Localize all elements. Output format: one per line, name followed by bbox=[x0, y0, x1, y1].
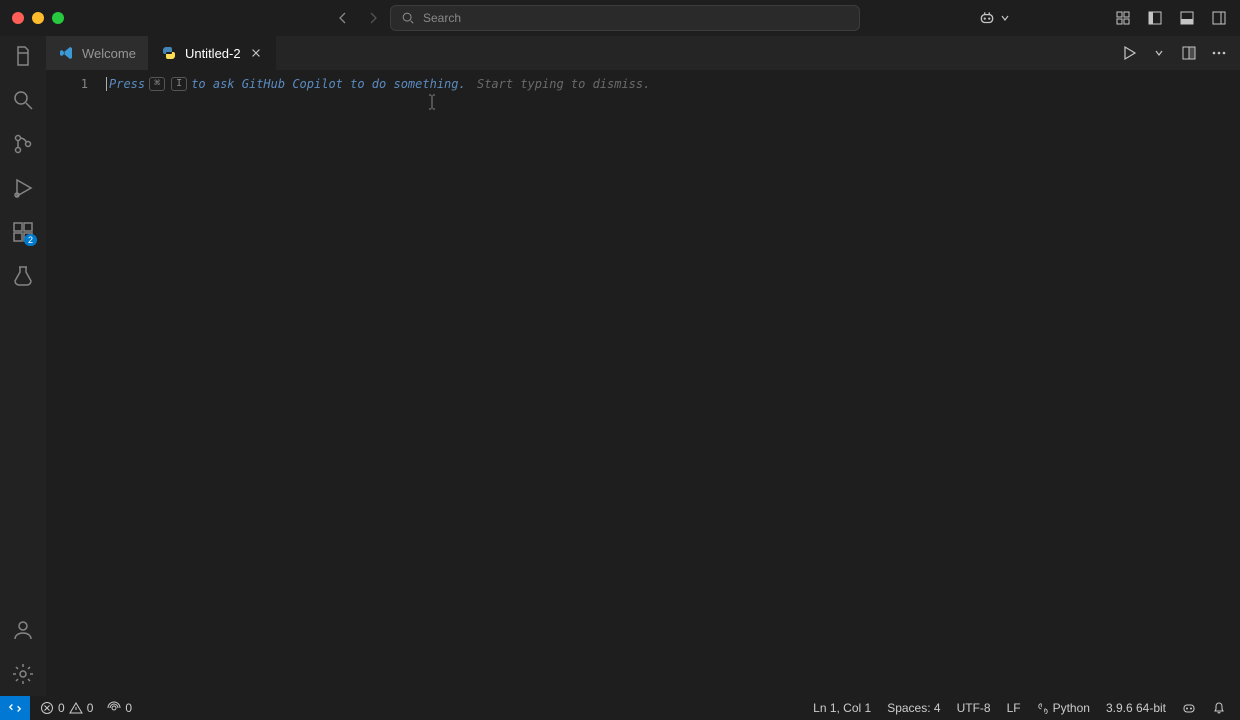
status-interpreter[interactable]: 3.9.6 64-bit bbox=[1106, 701, 1166, 715]
status-bar: 0 0 0 Ln 1, Col 1 Spaces: 4 UTF-8 LF Pyt… bbox=[0, 696, 1240, 720]
title-layout-buttons bbox=[1114, 9, 1228, 27]
accounts-icon[interactable] bbox=[11, 618, 35, 642]
editor-tab-actions bbox=[1120, 36, 1240, 70]
search-placeholder-label: Search bbox=[423, 11, 461, 25]
vscode-icon bbox=[58, 45, 74, 61]
run-file-button[interactable] bbox=[1120, 44, 1138, 62]
keycap-i: I bbox=[171, 77, 187, 91]
tab-label: Untitled-2 bbox=[185, 46, 241, 61]
run-dropdown-icon[interactable] bbox=[1150, 44, 1168, 62]
run-debug-icon[interactable] bbox=[11, 176, 35, 200]
editor-group: Welcome Untitled-2 bbox=[46, 36, 1240, 696]
copilot-button[interactable] bbox=[978, 9, 1010, 27]
nav-back-button[interactable] bbox=[335, 10, 351, 26]
tab-label: Welcome bbox=[82, 46, 136, 61]
toggle-panel-icon[interactable] bbox=[1178, 9, 1196, 27]
extensions-badge: 2 bbox=[24, 234, 37, 246]
settings-gear-icon[interactable] bbox=[11, 662, 35, 686]
keycap-cmd: ⌘ bbox=[149, 77, 165, 91]
split-editor-icon[interactable] bbox=[1180, 44, 1198, 62]
status-problems[interactable]: 0 0 bbox=[40, 701, 93, 715]
status-eol[interactable]: LF bbox=[1007, 701, 1021, 715]
status-errors-count: 0 bbox=[58, 701, 65, 715]
status-notifications-icon[interactable] bbox=[1212, 701, 1226, 715]
status-ports[interactable]: 0 bbox=[107, 701, 132, 715]
copilot-hint-rest: to ask GitHub Copilot to do something. bbox=[191, 74, 466, 94]
title-bar: Search bbox=[0, 0, 1240, 36]
remote-button[interactable] bbox=[0, 696, 30, 720]
status-cursor-pos[interactable]: Ln 1, Col 1 bbox=[813, 701, 871, 715]
status-indent[interactable]: Spaces: 4 bbox=[887, 701, 940, 715]
source-control-icon[interactable] bbox=[11, 132, 35, 156]
copilot-hint-press: Press bbox=[109, 74, 145, 94]
tabs-bar: Welcome Untitled-2 bbox=[46, 36, 1240, 70]
customize-layout-icon[interactable] bbox=[1114, 9, 1132, 27]
python-file-icon bbox=[161, 45, 177, 61]
window-close-button[interactable] bbox=[12, 12, 24, 24]
ibeam-cursor-icon bbox=[426, 94, 438, 110]
close-icon[interactable] bbox=[249, 46, 263, 60]
status-language[interactable]: Python bbox=[1037, 701, 1090, 715]
tab-welcome[interactable]: Welcome bbox=[46, 36, 149, 70]
line-number: 1 bbox=[46, 74, 88, 94]
activity-bar: 2 bbox=[0, 36, 46, 696]
window-minimize-button[interactable] bbox=[32, 12, 44, 24]
toggle-primary-sidebar-icon[interactable] bbox=[1146, 9, 1164, 27]
tab-untitled-2[interactable]: Untitled-2 bbox=[149, 36, 276, 70]
search-icon bbox=[401, 11, 415, 25]
nav-forward-button[interactable] bbox=[365, 10, 381, 26]
window-traffic-lights bbox=[12, 12, 64, 24]
editor-area[interactable]: 1 Press ⌘ I to ask GitHub Copilot to do … bbox=[46, 70, 1240, 696]
command-center-search[interactable]: Search bbox=[390, 5, 860, 31]
status-copilot-icon[interactable] bbox=[1182, 701, 1196, 715]
editor-content[interactable]: Press ⌘ I to ask GitHub Copilot to do so… bbox=[106, 70, 1240, 696]
more-actions-icon[interactable] bbox=[1210, 44, 1228, 62]
testing-icon[interactable] bbox=[11, 264, 35, 288]
status-ports-count: 0 bbox=[125, 701, 132, 715]
line-gutter: 1 bbox=[46, 70, 106, 696]
vscode-window: Search bbox=[0, 0, 1240, 720]
explorer-icon[interactable] bbox=[11, 44, 35, 68]
search-icon[interactable] bbox=[11, 88, 35, 112]
copilot-hint-dismiss: Start typing to dismiss. bbox=[477, 74, 650, 94]
extensions-icon[interactable]: 2 bbox=[11, 220, 35, 244]
nav-buttons bbox=[335, 10, 381, 26]
text-cursor bbox=[106, 77, 107, 91]
toggle-secondary-sidebar-icon[interactable] bbox=[1210, 9, 1228, 27]
status-warnings-count: 0 bbox=[87, 701, 94, 715]
window-maximize-button[interactable] bbox=[52, 12, 64, 24]
status-encoding[interactable]: UTF-8 bbox=[957, 701, 991, 715]
